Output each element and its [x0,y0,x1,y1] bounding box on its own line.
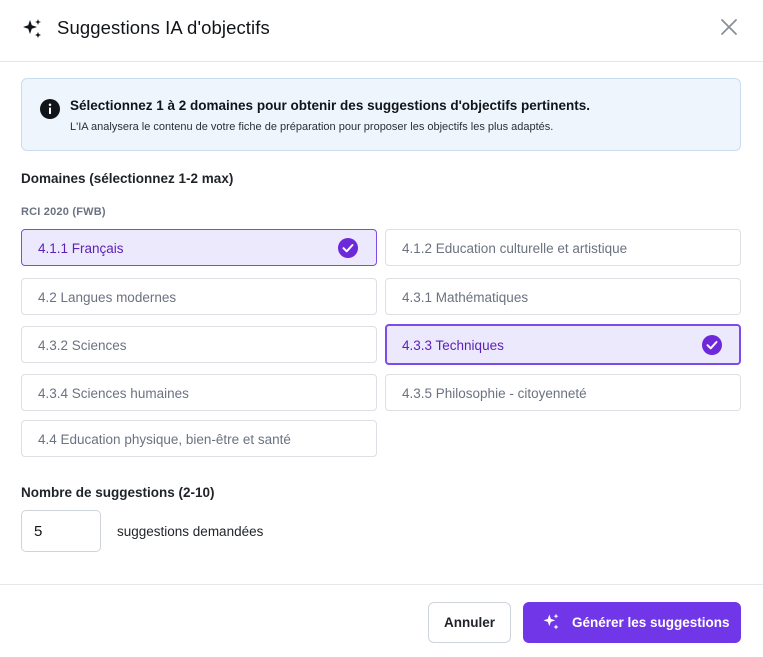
dialog-title: Suggestions IA d'objectifs [57,17,270,38]
info-title: Sélectionnez 1 à 2 domaines pour obtenir… [70,98,591,113]
domain-option-education-physique[interactable]: 4.4 Education physique, bien-être et san… [21,420,377,457]
domain-option-sciences-humaines[interactable]: 4.3.4 Sciences humaines [21,374,377,411]
domain-option-label: 4.2 Langues modernes [38,290,177,305]
cancel-button[interactable]: Annuler [428,602,511,643]
suggestions-count-suffix: suggestions demandées [117,524,264,539]
generate-button-label: Générer les suggestions [572,615,730,630]
domain-option-label: 4.3.3 Techniques [402,338,504,353]
check-circle-icon [702,335,722,355]
suggestions-count-label: Nombre de suggestions (2-10) [21,485,215,500]
domain-option-mathematiques[interactable]: 4.3.1 Mathématiques [385,278,741,315]
domain-option-label: 4.1.2 Education culturelle et artistique [402,241,628,256]
domain-option-techniques[interactable]: 4.3.3 Techniques [385,324,741,365]
domain-option-label: 4.1.1 Français [38,241,124,256]
domain-option-label: 4.3.5 Philosophie - citoyenneté [402,386,587,401]
domains-label: Domaines (sélectionnez 1-2 max) [21,171,234,186]
dialog-header: Suggestions IA d'objectifs [0,0,763,62]
domain-option-label: 4.3.1 Mathématiques [402,290,529,305]
close-icon[interactable] [718,16,740,38]
suggestions-dialog: Suggestions IA d'objectifs Sélectionnez … [0,0,763,657]
generate-suggestions-button[interactable]: Générer les suggestions [523,602,741,643]
domain-option-label: 4.3.4 Sciences humaines [38,386,189,401]
suggestions-count-input[interactable] [21,510,101,552]
domain-option-label: 4.4 Education physique, bien-être et san… [38,432,291,447]
info-description: L'IA analysera le contenu de votre fiche… [70,121,554,133]
check-circle-icon [338,238,358,258]
domain-option-langues-modernes[interactable]: 4.2 Langues modernes [21,278,377,315]
domain-option-label: 4.3.2 Sciences [38,338,127,353]
dialog-footer: Annuler Générer les suggestions [0,584,763,657]
domain-option-philosophie[interactable]: 4.3.5 Philosophie - citoyenneté [385,374,741,411]
domain-option-francais[interactable]: 4.1.1 Français [21,229,377,266]
domain-option-education-culturelle[interactable]: 4.1.2 Education culturelle et artistique [385,229,741,266]
info-banner: Sélectionnez 1 à 2 domaines pour obtenir… [21,78,741,151]
sparkle-icon [23,19,41,38]
domain-group-label: RCI 2020 (FWB) [21,206,106,218]
domain-option-sciences[interactable]: 4.3.2 Sciences [21,326,377,363]
sparkle-icon [543,613,559,630]
info-icon [40,99,60,119]
